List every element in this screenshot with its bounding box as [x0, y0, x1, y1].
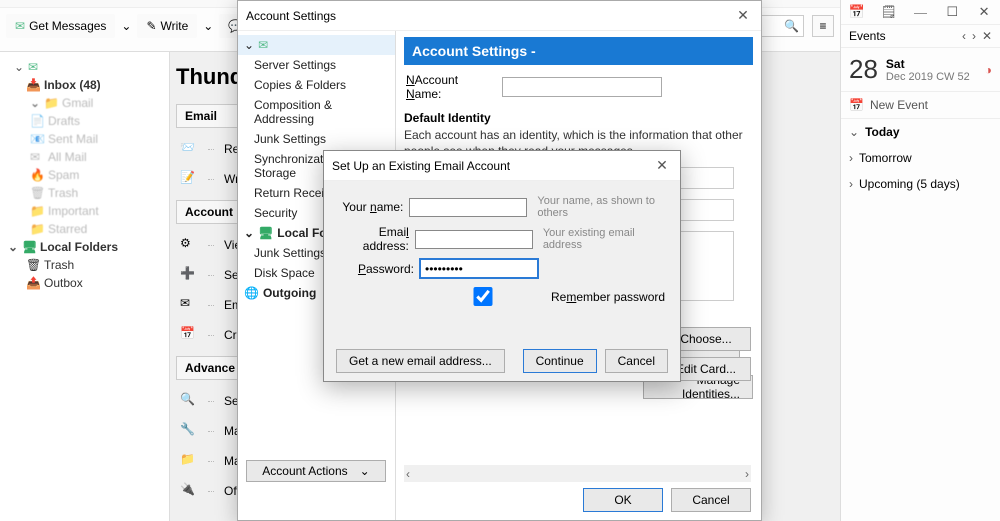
day-number: 28 [849, 54, 878, 85]
local-folders-node[interactable]: ⌄🖥Local Folders [0, 238, 169, 256]
email-hint: Your existing email address [543, 227, 668, 251]
maximize-button[interactable]: ☐ [936, 4, 968, 20]
blurred-folder[interactable]: 📄Drafts [0, 112, 169, 130]
today-date[interactable]: 28 Sat Dec 2019 CW 52 ◑ [841, 48, 1000, 92]
close-icon[interactable]: ✕ [733, 7, 753, 24]
get-messages-button[interactable]: Get Messages [6, 14, 115, 38]
tree-server-settings[interactable]: Server Settings [238, 55, 395, 75]
date-sub: Dec 2019 CW 52 [886, 71, 970, 83]
inbox-folder[interactable]: 📥Inbox (48) [0, 76, 169, 94]
blurred-folder[interactable]: 🗑Trash [0, 184, 169, 202]
dialog-titlebar: Account Settings ✕ [238, 1, 761, 31]
ok-button[interactable]: OK [583, 488, 663, 512]
horizontal-scrollbar[interactable]: ‹› [404, 465, 751, 482]
account-name-input[interactable] [502, 77, 662, 97]
account-settings-header: Account Settings - [404, 37, 753, 65]
outbox-folder[interactable]: Outbox [0, 274, 169, 292]
password-label: Password: [336, 262, 414, 276]
blurred-folder[interactable]: Starred [0, 220, 169, 238]
window-controls: 📅 🗒 — ☐ ✕ [841, 0, 1000, 25]
password-input[interactable] [420, 259, 538, 278]
close-pane-button[interactable]: ✕ [982, 29, 992, 43]
blurred-folder[interactable]: 📧Sent Mail [0, 130, 169, 148]
your-name-label: Your name: [336, 200, 403, 214]
account-name-label: NAccount Name:Account Name: [406, 73, 496, 101]
tree-composition[interactable]: Composition & Addressing [238, 95, 395, 129]
today-section[interactable]: ⌄Today [841, 119, 1000, 145]
events-heading: Events [849, 29, 886, 43]
blurred-folder[interactable]: ⌄Gmail [0, 94, 169, 112]
minimize-button[interactable]: — [905, 5, 937, 20]
day-name: Sat [886, 57, 970, 71]
account-tree-account[interactable]: ⌄ [238, 35, 395, 55]
cancel-button[interactable]: Cancel [671, 488, 751, 512]
blurred-folder[interactable]: ✉All Mail [0, 148, 169, 166]
your-name-input[interactable] [409, 198, 527, 217]
search-icon: 🔍 [784, 19, 799, 33]
tree-junk[interactable]: Junk Settings [238, 129, 395, 149]
get-new-address-button[interactable]: Get a new email address... [336, 349, 505, 373]
tomorrow-section[interactable]: ›Tomorrow [841, 145, 1000, 171]
setup-dialog-title: Set Up an Existing Email Account [332, 159, 510, 173]
new-event-button[interactable]: New Event [841, 92, 1000, 119]
tasks-icon[interactable]: 🗒 [873, 4, 905, 20]
close-window-button[interactable]: ✕ [968, 4, 1000, 20]
write-dropdown[interactable]: ⌄ [201, 19, 215, 33]
calendar-panel: 📅 🗒 — ☐ ✕ Events ‹ › ✕ 28 Sat Dec 2019 C… [840, 0, 1000, 521]
setup-cancel-button[interactable]: Cancel [605, 349, 668, 373]
remember-password-checkbox[interactable] [424, 287, 542, 306]
folder-tree: ⌄ 📥Inbox (48) ⌄Gmail 📄Drafts 📧Sent Mail … [0, 52, 170, 521]
blurred-folder[interactable]: 🔥Spam [0, 166, 169, 184]
account-actions-button[interactable]: Account Actions [246, 460, 386, 482]
get-messages-dropdown[interactable]: ⌄ [119, 19, 133, 33]
blurred-folder[interactable]: Important [0, 202, 169, 220]
trash-folder[interactable]: Trash [0, 256, 169, 274]
upcoming-section[interactable]: ›Upcoming (5 days) [841, 171, 1000, 197]
close-icon[interactable]: ✕ [652, 157, 672, 174]
account-node[interactable]: ⌄ [0, 58, 169, 76]
remember-password-label: Remember password [551, 290, 665, 304]
email-input[interactable] [415, 230, 533, 249]
setup-email-dialog: Set Up an Existing Email Account ✕ Your … [323, 150, 681, 382]
email-label: Email address: [336, 225, 409, 253]
your-name-hint: Your name, as shown to others [537, 195, 668, 219]
next-button[interactable]: › [972, 29, 976, 43]
calendar-icon[interactable]: 📅 [841, 4, 873, 20]
dialog-title: Account Settings [246, 9, 336, 23]
continue-button[interactable]: Continue [523, 349, 597, 373]
prev-button[interactable]: ‹ [962, 29, 966, 43]
menu-button[interactable]: ≡ [812, 15, 834, 37]
today-marker-icon: ◑ [985, 63, 992, 77]
tree-copies-folders[interactable]: Copies & Folders [238, 75, 395, 95]
default-identity-heading: Default Identity [404, 111, 753, 125]
write-button[interactable]: ✎ Write [137, 14, 197, 38]
